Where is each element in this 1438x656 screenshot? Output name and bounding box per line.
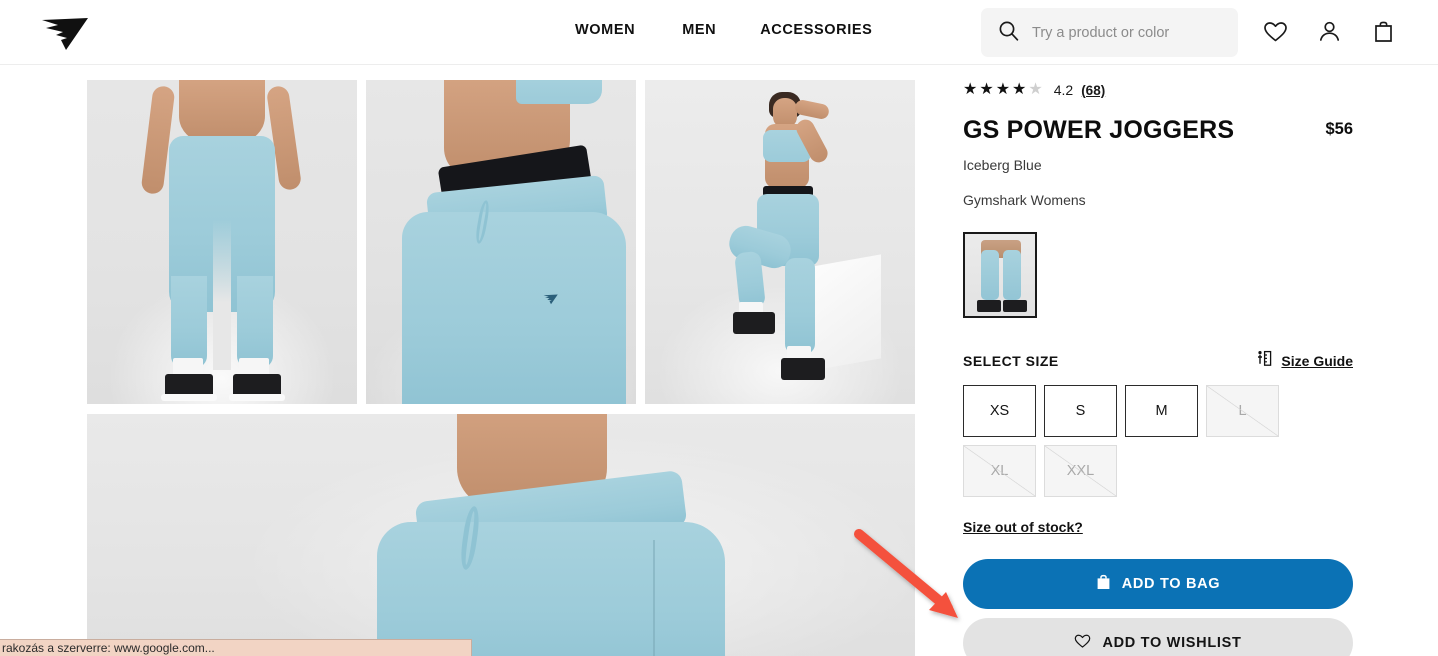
select-size-label: SELECT SIZE — [963, 353, 1059, 369]
add-to-bag-label: ADD TO BAG — [1121, 576, 1221, 592]
color-swatch-iceberg-blue[interactable] — [963, 232, 1037, 318]
size-guide-link[interactable]: Size Guide — [1256, 350, 1353, 372]
product-details-panel: ★ ★ ★ ★ ★ 4.2 (68) GS POWER JOGGERS $56 … — [963, 80, 1353, 656]
add-to-bag-button[interactable]: ADD TO BAG — [963, 559, 1353, 609]
add-to-wishlist-button[interactable]: ADD TO WISHLIST — [963, 618, 1353, 656]
size-out-of-stock-link[interactable]: Size out of stock? — [963, 519, 1083, 535]
wishlist-heart-icon[interactable] — [1262, 18, 1289, 47]
search-input[interactable] — [1032, 24, 1212, 41]
measurement-ruler-icon — [1256, 350, 1273, 372]
rating-value: 4.2 — [1053, 82, 1074, 98]
size-option-s[interactable]: S — [1044, 385, 1117, 437]
account-person-icon[interactable] — [1316, 18, 1343, 47]
cta-button-group: ADD TO BAG ADD TO WISHLIST — [963, 559, 1353, 656]
size-option-xl-out-of-stock: XL — [963, 445, 1036, 497]
star-icon-1: ★ — [963, 81, 978, 98]
size-option-xs[interactable]: XS — [963, 385, 1036, 437]
product-rating: ★ ★ ★ ★ ★ 4.2 (68) — [963, 80, 1353, 100]
site-header: WOMEN MEN ACCESSORIES — [0, 0, 1438, 65]
product-image-waistband-closeup[interactable] — [87, 414, 915, 656]
add-to-wishlist-label: ADD TO WISHLIST — [1102, 635, 1242, 651]
product-image-full-body[interactable] — [645, 80, 915, 404]
nav-item-women[interactable]: WOMEN — [575, 22, 635, 38]
product-color-name: Iceberg Blue — [963, 157, 1042, 173]
gymshark-logo[interactable] — [36, 10, 96, 54]
product-title: GS POWER JOGGERS — [963, 116, 1235, 144]
search-icon — [998, 20, 1019, 46]
size-option-xxl-out-of-stock: XXL — [1044, 445, 1117, 497]
header-icon-group — [1262, 18, 1397, 47]
heart-outline-icon — [1074, 633, 1091, 653]
review-count-link[interactable]: (68) — [1081, 83, 1105, 98]
status-bar-text: rakozás a szerverre: www.google.com... — [2, 641, 215, 655]
gymshark-fabric-logo-icon — [542, 292, 560, 306]
nav-item-accessories[interactable]: ACCESSORIES — [760, 22, 872, 38]
shopping-bag-icon[interactable] — [1370, 18, 1397, 47]
star-icon-4: ★ — [1012, 81, 1027, 98]
nav-item-men[interactable]: MEN — [682, 22, 716, 38]
color-swatch-list — [963, 232, 1353, 318]
size-option-l-out-of-stock: L — [1206, 385, 1279, 437]
product-image-back-view[interactable] — [87, 80, 357, 404]
product-price: $56 — [1325, 120, 1353, 138]
product-image-waistband-detail[interactable] — [366, 80, 636, 404]
main-nav: WOMEN MEN ACCESSORIES — [575, 22, 872, 38]
size-section-header: SELECT SIZE Size Guide — [963, 350, 1353, 372]
shopping-bag-icon — [1096, 574, 1111, 594]
size-selector: XS S M L XL XXL — [963, 385, 1353, 497]
star-rating-icons: ★ ★ ★ ★ ★ — [963, 82, 1043, 98]
star-icon-5-empty: ★ — [1028, 81, 1043, 98]
product-image-gallery — [87, 80, 916, 656]
star-icon-2: ★ — [979, 81, 994, 98]
size-option-m[interactable]: M — [1125, 385, 1198, 437]
search-bar[interactable] — [981, 8, 1238, 57]
title-price-row: GS POWER JOGGERS $56 — [963, 116, 1353, 145]
star-icon-3: ★ — [995, 81, 1011, 98]
browser-status-bar: rakozás a szerverre: www.google.com... — [0, 639, 472, 656]
size-guide-label: Size Guide — [1281, 353, 1353, 369]
product-brand: Gymshark Womens — [963, 192, 1086, 208]
product-page: WOMEN MEN ACCESSORIES Try a product or c… — [0, 0, 1438, 656]
